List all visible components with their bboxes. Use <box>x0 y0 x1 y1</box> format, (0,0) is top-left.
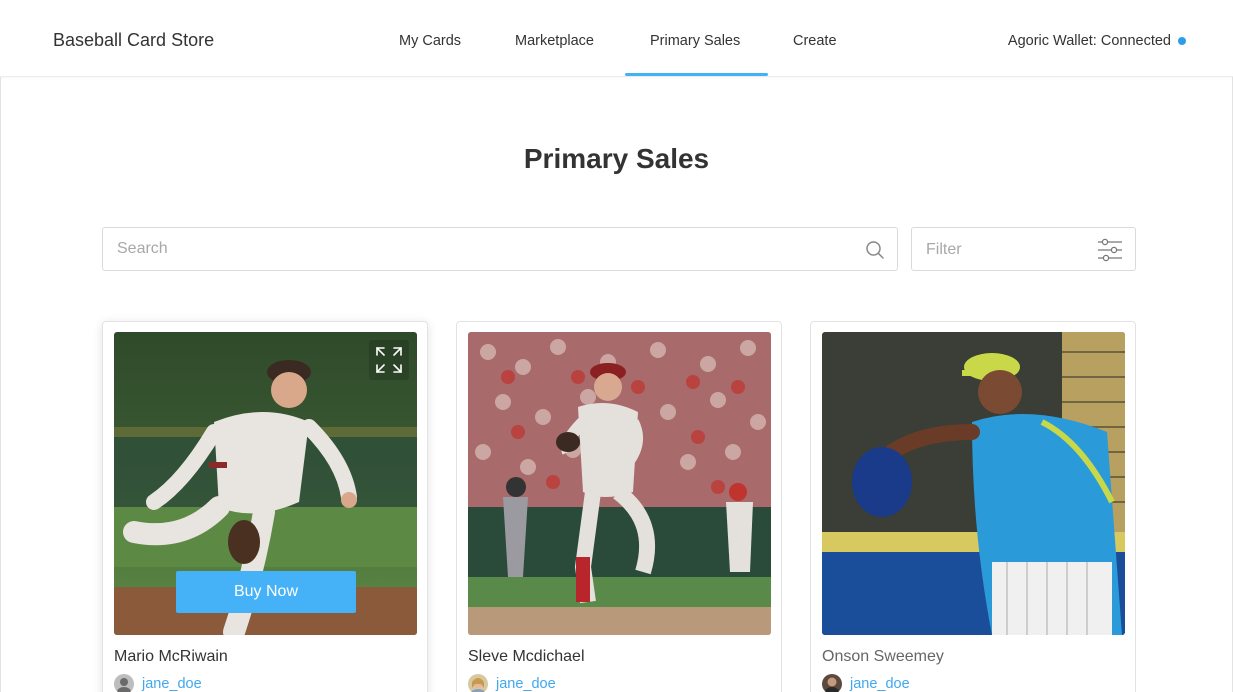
card-player-name: Mario McRiwain <box>114 648 228 665</box>
card-image-pitcher-youth[interactable]: Buy Now <box>114 332 417 635</box>
nav-create[interactable]: Create <box>793 33 837 49</box>
card-player-name: Onson Sweemey <box>822 648 944 665</box>
card-image-pitcher-blue-jersey[interactable] <box>822 332 1125 635</box>
avatar <box>114 674 134 692</box>
owner-link[interactable]: jane_doe <box>142 676 202 692</box>
card-item[interactable]: Buy Now Mario McRiwain jane_doe <box>102 321 428 692</box>
active-tab-indicator <box>625 73 768 76</box>
nav-primary-sales[interactable]: Primary Sales <box>650 33 740 49</box>
page-title: Primary Sales <box>523 143 710 174</box>
brand-title[interactable]: Baseball Card Store <box>53 30 214 51</box>
card-item[interactable]: Sleve Mcdichael jane_doe <box>456 321 782 692</box>
search-icon[interactable] <box>865 240 885 260</box>
nav-my-cards[interactable]: My Cards <box>399 33 461 49</box>
filter-label: Filter <box>926 241 962 258</box>
card-player-name: Sleve Mcdichael <box>468 648 585 665</box>
nav-marketplace[interactable]: Marketplace <box>515 33 594 49</box>
owner-link[interactable]: jane_doe <box>496 676 556 692</box>
avatar <box>822 674 842 692</box>
avatar <box>468 674 488 692</box>
buy-now-button[interactable]: Buy Now <box>176 571 356 613</box>
search-container <box>102 227 898 271</box>
wallet-status[interactable]: Agoric Wallet: Connected <box>1008 33 1171 49</box>
sliders-icon <box>1097 238 1123 262</box>
search-input[interactable] <box>117 228 847 270</box>
owner-link[interactable]: jane_doe <box>850 676 910 692</box>
card-item[interactable]: Onson Sweemey jane_doe <box>810 321 1136 692</box>
top-navbar: Baseball Card Store My Cards Marketplace… <box>0 0 1233 77</box>
wallet-connected-dot-icon <box>1178 37 1186 45</box>
filter-dropdown[interactable]: Filter <box>911 227 1136 271</box>
card-image-pitcher-stadium[interactable] <box>468 332 771 635</box>
expand-icon[interactable] <box>369 340 409 380</box>
